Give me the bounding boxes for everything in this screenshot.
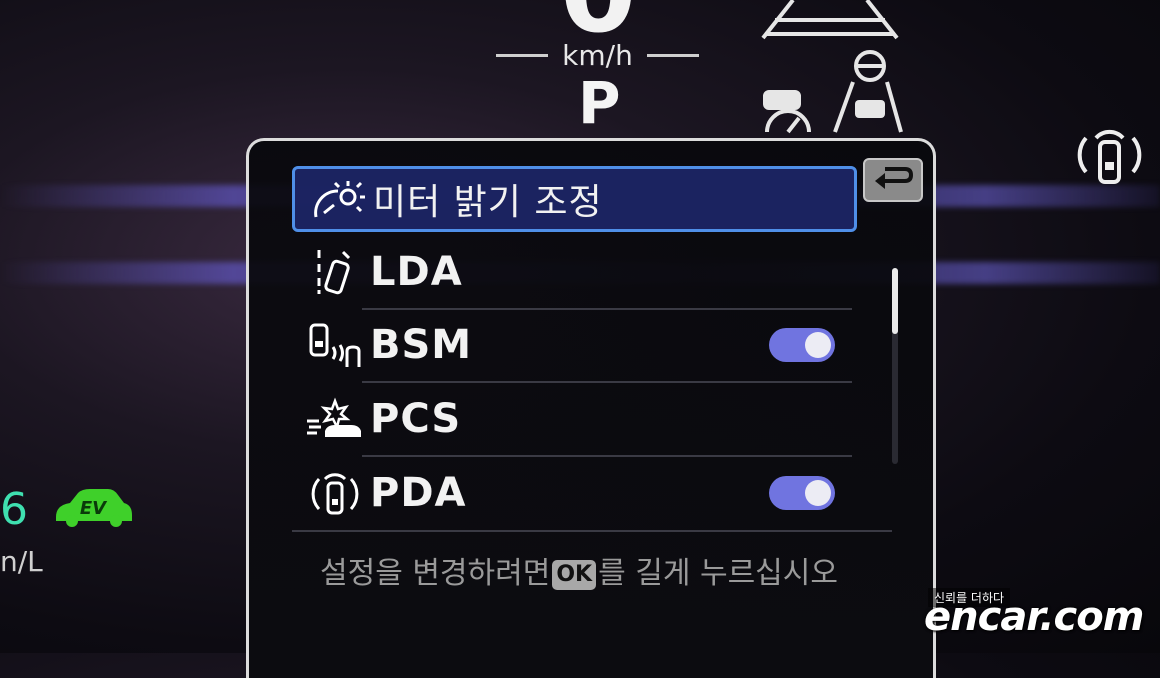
menu-item-pda[interactable]: PDA — [292, 458, 857, 528]
menu-item-label: 미터 밝기 조정 — [373, 182, 603, 223]
ev-badge-text: EV — [80, 498, 108, 519]
proactive-driving-icon — [304, 468, 366, 518]
return-arrow-icon — [875, 167, 914, 189]
watermark-logo: encar.com — [924, 594, 1144, 640]
menu-item-label: BSM — [370, 322, 473, 368]
toggle-knob — [805, 332, 831, 358]
speed-unit-row: km/h — [490, 38, 705, 72]
menu-item-pcs[interactable]: PCS — [292, 384, 857, 454]
unit-divider — [646, 53, 699, 57]
lane-road-icon — [761, 0, 899, 40]
ok-button-glyph: OK — [552, 559, 597, 590]
steering-assist-icon — [833, 50, 903, 133]
pre-collision-icon — [304, 394, 366, 444]
cruise-speedometer-icon — [763, 90, 811, 134]
menu-scrollbar-thumb[interactable] — [892, 268, 898, 334]
lane-departure-icon — [304, 247, 366, 297]
menu-item-label: PCS — [370, 396, 462, 442]
bsm-toggle[interactable] — [769, 328, 835, 362]
toggle-knob — [805, 480, 831, 506]
speed-unit: km/h — [562, 38, 633, 72]
proactive-driving-status-icon — [1077, 129, 1142, 184]
gear-indicator: P — [578, 69, 621, 137]
menu-item-label: PDA — [370, 470, 467, 516]
menu-item-lda[interactable]: LDA — [292, 237, 857, 307]
unit-divider — [496, 53, 549, 57]
fuel-economy-value: 6 — [0, 484, 28, 535]
menu-item-meter-brightness[interactable]: 미터 밝기 조정 — [292, 166, 857, 232]
fuel-economy-unit: n/L — [0, 545, 43, 578]
back-button[interactable] — [863, 158, 923, 202]
menu-item-bsm[interactable]: BSM — [292, 310, 857, 380]
ev-mode-icon: EV — [56, 489, 132, 527]
hint-text-start: 설정을 변경하려면 — [320, 556, 551, 591]
menu-divider — [292, 530, 892, 532]
menu-item-label: LDA — [370, 249, 463, 295]
hint-text-end: 를 길게 누르십시오 — [598, 556, 838, 591]
menu-divider — [362, 381, 852, 383]
pda-toggle[interactable] — [769, 476, 835, 510]
hint-text: 설정을 변경하려면 OK 를 길게 누르십시오 — [320, 548, 838, 592]
menu-divider — [362, 455, 852, 457]
lead-car-icon — [855, 100, 885, 118]
blind-spot-icon — [304, 320, 366, 370]
meter-brightness-icon — [307, 174, 369, 224]
adas-status-icons — [761, 0, 903, 134]
